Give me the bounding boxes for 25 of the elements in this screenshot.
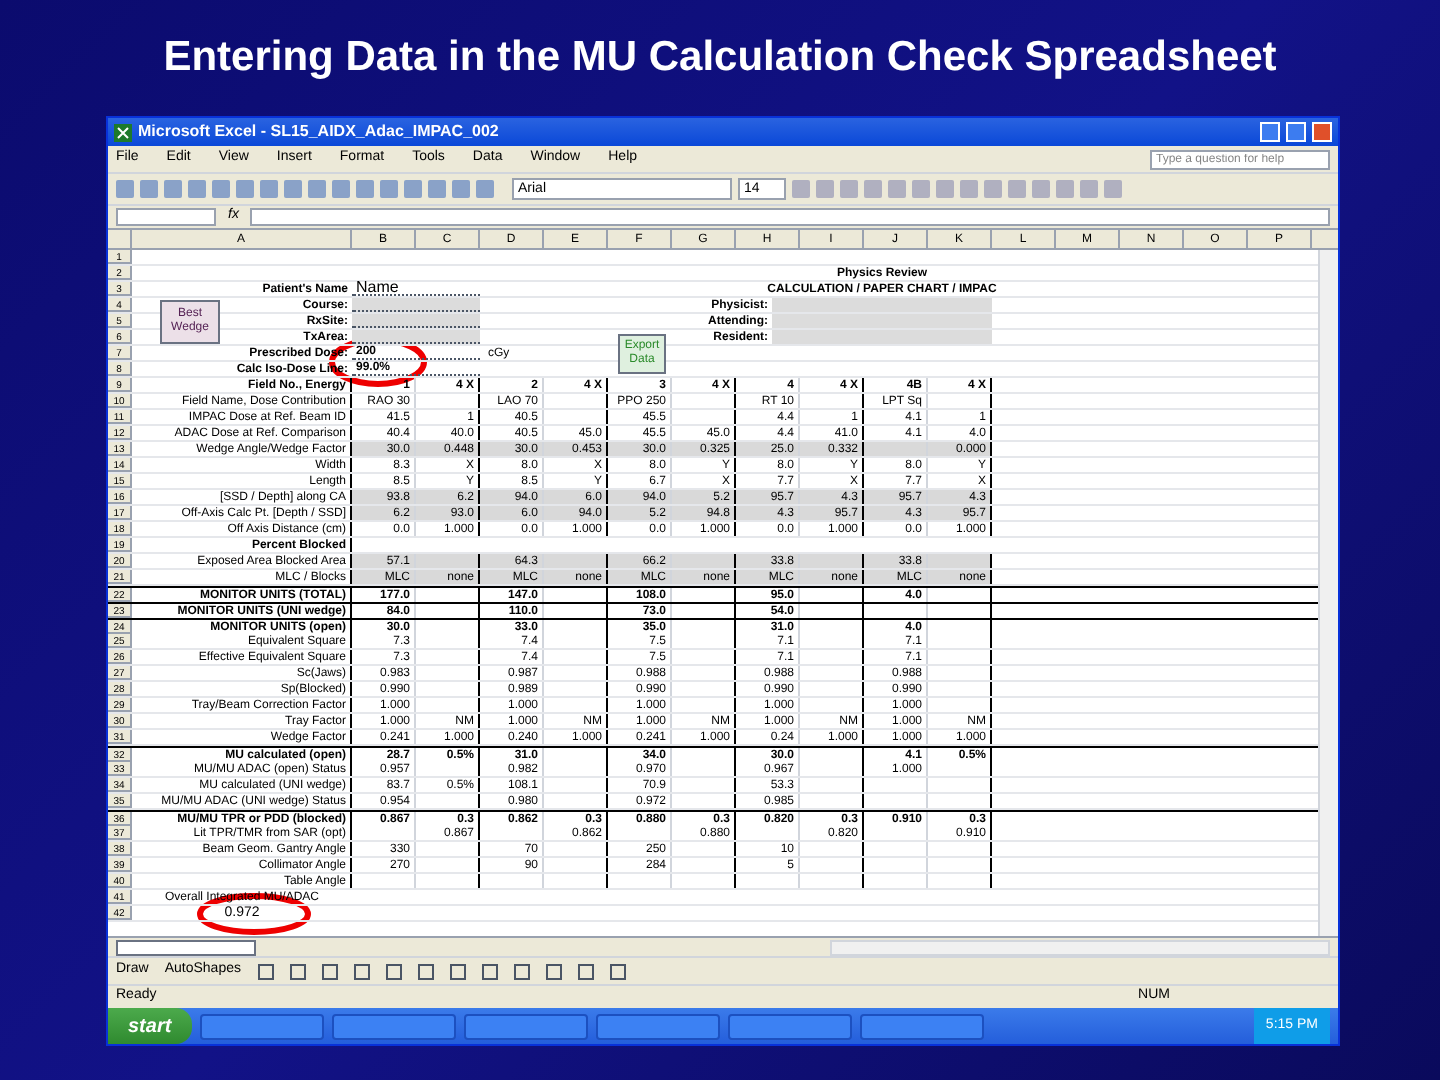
input-field[interactable] xyxy=(772,298,992,312)
taskbar-button[interactable] xyxy=(727,1013,852,1039)
close-button[interactable] xyxy=(1312,122,1332,142)
taskbar-button[interactable] xyxy=(331,1013,456,1039)
excel-icon xyxy=(114,123,132,141)
formula-field[interactable] xyxy=(250,208,1330,226)
input-field[interactable] xyxy=(772,330,992,344)
taskbar-button[interactable] xyxy=(463,1013,588,1039)
input-field[interactable] xyxy=(352,330,480,344)
taskbar-button[interactable] xyxy=(199,1013,324,1039)
taskbar-button[interactable] xyxy=(595,1013,720,1039)
horizontal-scrollbar[interactable] xyxy=(830,939,1330,955)
vertical-scrollbar[interactable] xyxy=(1318,250,1338,936)
taskbar-button[interactable] xyxy=(859,1013,984,1039)
sheet-tab[interactable] xyxy=(116,939,256,955)
restore-button[interactable] xyxy=(1286,122,1306,142)
start-button[interactable]: start xyxy=(108,1008,192,1044)
name-box[interactable] xyxy=(116,208,216,226)
slide-title: Entering Data in the MU Calculation Check Spreadsheet xyxy=(163,32,1277,85)
input-field[interactable] xyxy=(352,298,480,312)
minimize-button[interactable] xyxy=(1260,122,1280,142)
input-field[interactable] xyxy=(772,314,992,328)
input-field[interactable] xyxy=(352,314,480,328)
input-field[interactable]: Name xyxy=(352,282,480,296)
window-title: Microsoft Excel - SL15_AIDX_Adac_IMPAC_002 xyxy=(138,120,499,144)
